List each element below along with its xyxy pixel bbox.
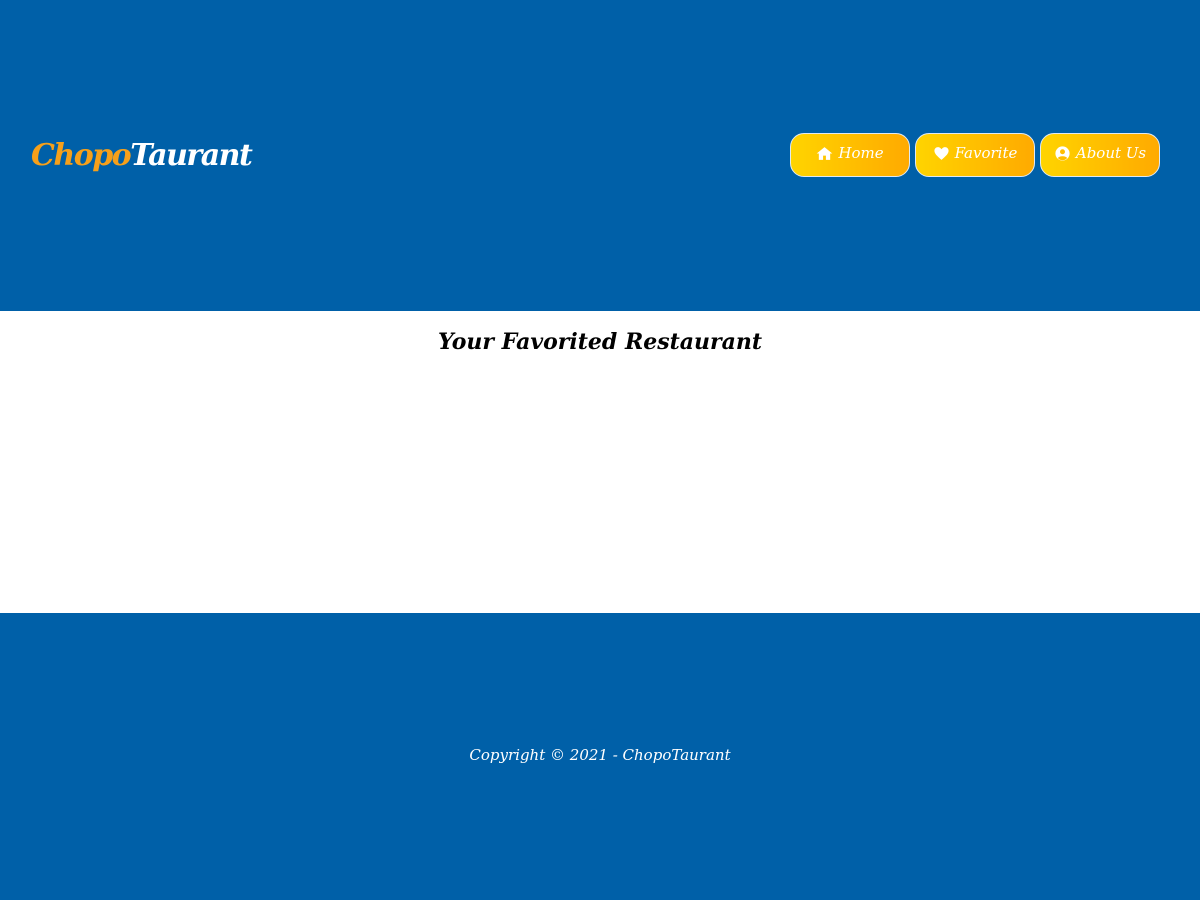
brand-logo[interactable]: ChopoTaurant [31, 138, 253, 174]
user-circle-icon [1054, 145, 1071, 162]
brand-part-chopo: Chopo [31, 138, 132, 173]
nav-favorite-label: Favorite [954, 144, 1018, 162]
nav-home-label: Home [838, 144, 884, 162]
nav-about-button[interactable]: About Us [1040, 133, 1160, 177]
home-icon [816, 145, 833, 162]
main-content: Your Favorited Restaurant [0, 311, 1200, 613]
nav-about-label: About Us [1075, 144, 1147, 162]
brand-part-taurant: Taurant [130, 138, 253, 173]
nav-favorite-button[interactable]: Favorite [915, 133, 1035, 177]
nav-home-button[interactable]: Home [790, 133, 910, 177]
app-footer: Copyright © 2021 - ChopoTaurant [0, 613, 1200, 900]
copyright-text: Copyright © 2021 - ChopoTaurant [469, 746, 731, 764]
main-nav: Home Favorite About Us [790, 133, 1160, 177]
app-header: ChopoTaurant Home Favorite About Us [0, 0, 1200, 311]
page-title: Your Favorited Restaurant [437, 329, 763, 355]
heart-icon [933, 145, 950, 162]
